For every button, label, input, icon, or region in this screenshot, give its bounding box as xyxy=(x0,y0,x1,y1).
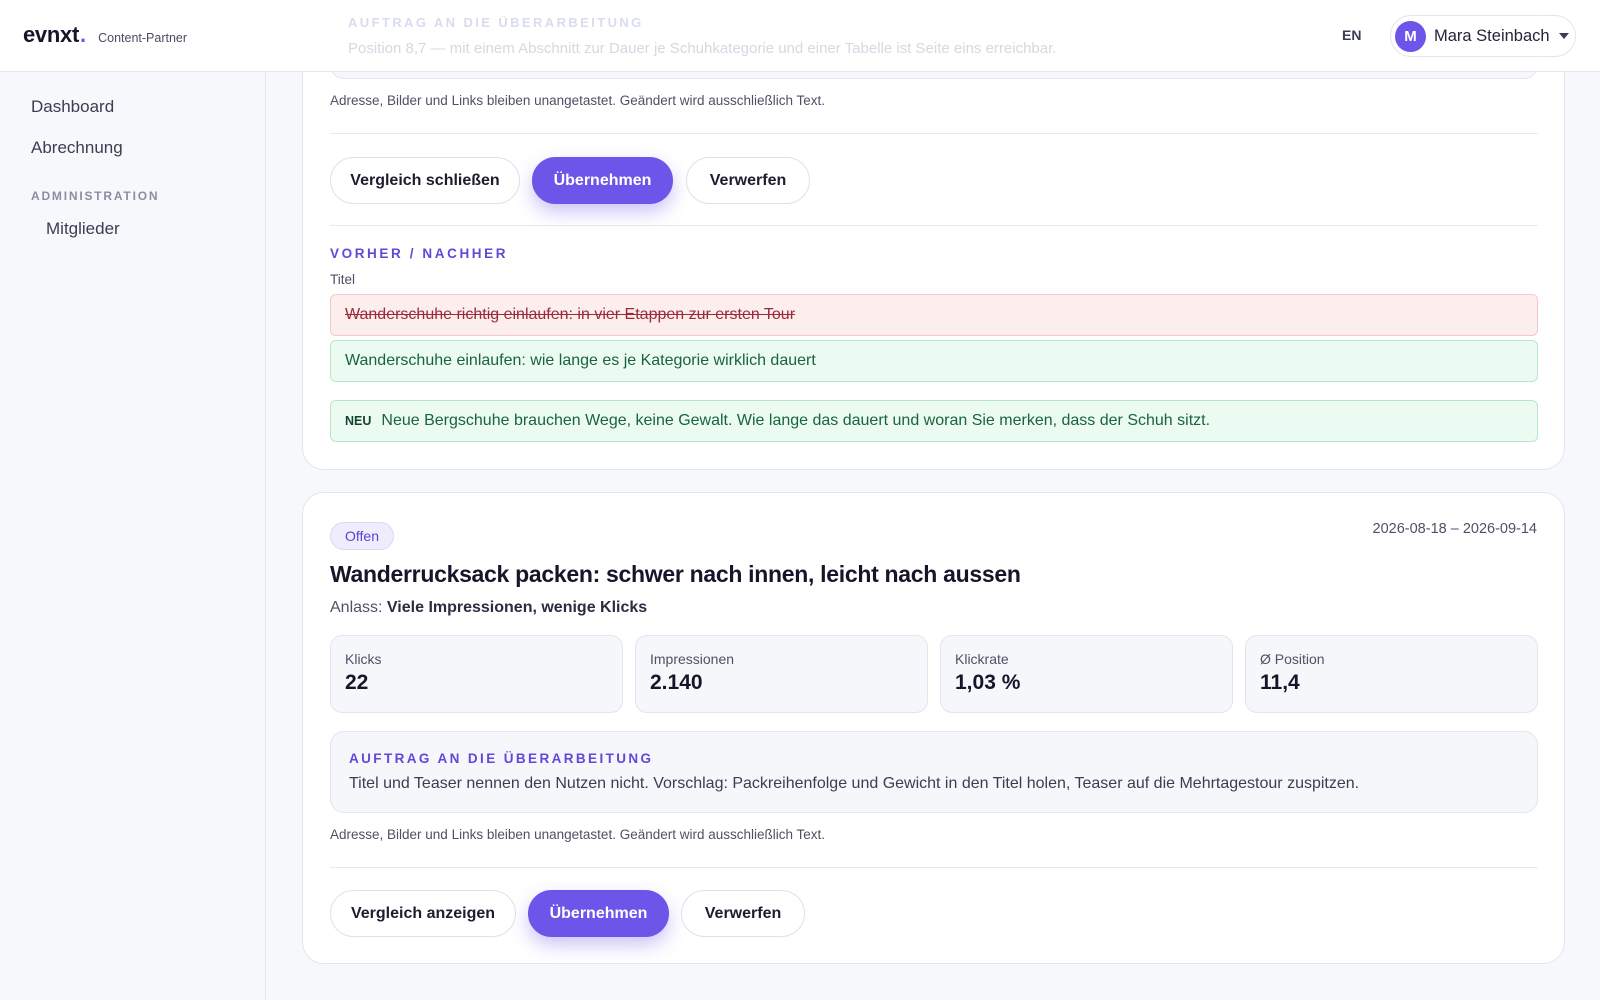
metric-label: Ø Position xyxy=(1260,651,1325,667)
divider xyxy=(330,225,1538,226)
logo-dot: . xyxy=(79,22,87,47)
accept-button[interactable]: Übernehmen xyxy=(528,890,669,937)
page-title: Wanderrucksack packen: schwer nach innen… xyxy=(330,561,1021,587)
avatar: M xyxy=(1395,20,1426,52)
metric-position: Ø Position 11,4 xyxy=(1245,635,1538,713)
metric-label: Klickrate xyxy=(955,651,1009,667)
scope-note: Adresse, Bilder und Links bleiben unange… xyxy=(330,93,826,108)
chevron-down-icon xyxy=(1558,33,1569,39)
discard-button[interactable]: Verwerfen xyxy=(686,157,810,204)
added-teaser-text: Neue Bergschuhe brauchen Wege, keine Gew… xyxy=(381,412,1211,429)
status-badge: Offen xyxy=(330,522,394,550)
revision-brief-box: AUFTRAG AN DIE ÜBERARBEITUNG Titel und T… xyxy=(330,731,1538,813)
divider xyxy=(330,133,1538,134)
sidebar-item-mitglieder[interactable]: Mitglieder xyxy=(46,219,120,239)
metric-value: 1,03 % xyxy=(955,671,1021,694)
sidebar-item-dashboard[interactable]: Dashboard xyxy=(31,97,114,117)
show-compare-button[interactable]: Vergleich anzeigen xyxy=(330,890,516,937)
metric-value: 22 xyxy=(345,671,369,694)
language-switch[interactable]: EN xyxy=(1342,27,1361,43)
metric-clicks: Klicks 22 xyxy=(330,635,623,713)
brand[interactable]: evnxt . Content-Partner xyxy=(23,22,187,48)
metric-label: Impressionen xyxy=(650,651,735,667)
metric-label: Klicks xyxy=(345,651,382,667)
diff-added-title: Wanderschuhe einlaufen: wie lange es je … xyxy=(330,340,1538,382)
metric-value: 11,4 xyxy=(1260,671,1300,694)
metric-impressions: Impressionen 2.140 xyxy=(635,635,928,713)
reason-value: Viele Impressionen, wenige Klicks xyxy=(386,599,648,616)
logo: evnxt xyxy=(23,22,79,47)
reason-label: Anlass: xyxy=(330,599,383,616)
date-range: 2026-08-18 – 2026-09-14 xyxy=(1372,521,1537,537)
metric-ctr: Klickrate 1,03 % xyxy=(940,635,1233,713)
sidebar-section-administration: ADMINISTRATION xyxy=(31,189,160,203)
close-compare-button[interactable]: Vergleich schließen xyxy=(330,157,520,204)
sidebar: Dashboard Abrechnung ADMINISTRATION Mitg… xyxy=(0,72,266,1000)
revision-card: Offen 2026-08-18 – 2026-09-14 Wanderruck… xyxy=(302,492,1565,964)
accept-button[interactable]: Übernehmen xyxy=(532,157,673,204)
new-badge: NEU xyxy=(345,414,372,428)
sidebar-item-abrechnung[interactable]: Abrechnung xyxy=(31,138,123,158)
brief-heading: AUFTRAG AN DIE ÜBERARBEITUNG xyxy=(349,751,654,766)
brand-subtitle: Content-Partner xyxy=(98,31,188,45)
diff-section-label: VORHER / NACHHER xyxy=(330,246,509,261)
user-menu[interactable]: M Mara Steinbach xyxy=(1390,15,1576,57)
diff-added-teaser: NEU Neue Bergschuhe brauchen Wege, keine… xyxy=(330,400,1538,442)
user-name: Mara Steinbach xyxy=(1434,26,1550,45)
removed-title-text: Wanderschuhe richtig einlaufen: in vier … xyxy=(345,306,796,323)
reason-line: Anlass: Viele Impressionen, wenige Klick… xyxy=(330,599,647,617)
brief-text: Titel und Teaser nennen den Nutzen nicht… xyxy=(349,775,1360,792)
added-title-text: Wanderschuhe einlaufen: wie lange es je … xyxy=(345,352,816,369)
divider xyxy=(330,867,1538,868)
field-label-title: Titel xyxy=(330,272,356,287)
scope-note: Adresse, Bilder und Links bleiben unange… xyxy=(330,827,826,842)
top-bar: evnxt . Content-Partner AUFTRAG AN DIE Ü… xyxy=(0,0,1600,72)
diff-removed-title: Wanderschuhe richtig einlaufen: in vier … xyxy=(330,294,1538,336)
metric-value: 2.140 xyxy=(650,671,703,694)
discard-button[interactable]: Verwerfen xyxy=(681,890,805,937)
